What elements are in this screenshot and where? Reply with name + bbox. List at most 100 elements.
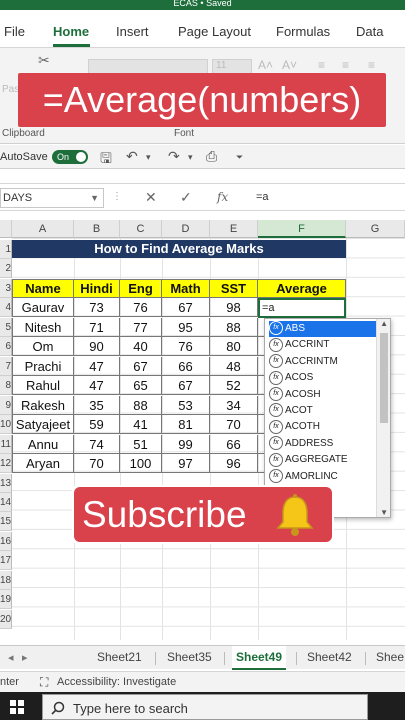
row-header[interactable]: 10	[0, 415, 12, 434]
cell-eng[interactable]: 77	[120, 317, 162, 337]
autocomplete-item[interactable]: fx ACCRINTM	[269, 354, 377, 370]
row-header[interactable]: 14	[0, 493, 12, 512]
cell-name[interactable]: Satyajeet	[12, 415, 74, 434]
accessibility-status[interactable]: Accessibility: Investigate	[57, 676, 176, 688]
cell-hindi[interactable]: 71	[74, 317, 120, 337]
sheet-tab-sheet35[interactable]: Sheet35	[167, 650, 212, 664]
scrollbar-thumb[interactable]	[380, 333, 388, 423]
undo-icon[interactable]: ↶	[126, 148, 138, 165]
tab-home[interactable]: Home	[53, 24, 89, 39]
print-preview-icon[interactable]: ⎙	[206, 148, 217, 165]
cell-hindi[interactable]: 47	[74, 356, 120, 376]
row-header[interactable]: 19	[0, 590, 12, 609]
cell-sst[interactable]: 52	[210, 376, 258, 395]
autocomplete-item[interactable]: fx AMORLINC	[269, 468, 377, 485]
header-cell-name[interactable]: Name	[12, 279, 74, 298]
cell-hindi[interactable]: 47	[74, 376, 120, 395]
sheet-tab-sheet21[interactable]: Sheet21	[97, 650, 142, 664]
cell-math[interactable]: 97	[162, 454, 210, 473]
sheet-nav-next-icon[interactable]: ▸	[22, 651, 28, 664]
cell-name[interactable]: Annu	[12, 434, 74, 454]
row-header[interactable]: 13	[0, 474, 12, 493]
sheet-tab-sheet42[interactable]: Sheet42	[307, 650, 352, 664]
insert-function-icon[interactable]: fx	[217, 190, 228, 204]
autocomplete-item[interactable]: fx AGGREGATE	[269, 452, 377, 468]
row-header[interactable]: 17	[0, 551, 12, 570]
header-cell-average[interactable]: Average	[258, 279, 346, 298]
cell-name[interactable]: Nitesh	[12, 317, 74, 337]
customize-toolbar-icon[interactable]: ⏷	[236, 152, 243, 163]
autocomplete-scrollbar[interactable]: ▲ ▼	[376, 319, 390, 517]
cut-icon[interactable]: ✂	[38, 52, 50, 69]
row-header[interactable]: 18	[0, 571, 12, 590]
autocomplete-item[interactable]: fx ACCRINT	[269, 337, 377, 353]
row-header[interactable]: 7	[0, 357, 12, 376]
active-cell-f4[interactable]: =a	[258, 298, 346, 318]
shrink-font-icon[interactable]: A˅	[282, 58, 297, 72]
tab-file[interactable]: File	[4, 24, 25, 39]
cell-hindi[interactable]: 74	[74, 434, 120, 454]
align-bottom-icon[interactable]: ≡	[368, 58, 375, 72]
accessibility-icon[interactable]: ⛶	[40, 675, 48, 690]
redo-dropdown-icon[interactable]: ▾	[188, 152, 193, 163]
header-cell-math[interactable]: Math	[162, 279, 210, 298]
cell-math[interactable]: 53	[162, 395, 210, 415]
formula-input[interactable]: =a	[256, 191, 269, 203]
undo-dropdown-icon[interactable]: ▾	[146, 152, 151, 163]
align-top-icon[interactable]: ≡	[318, 58, 325, 72]
row-header[interactable]: 12	[0, 454, 12, 473]
cell-sst[interactable]: 96	[210, 454, 258, 473]
cell-hindi[interactable]: 59	[74, 415, 120, 434]
subscribe-banner[interactable]: Subscribe	[74, 487, 332, 542]
sheet-banner-title[interactable]: How to Find Average Marks	[12, 240, 346, 258]
cell-sst[interactable]: 88	[210, 317, 258, 337]
row-header[interactable]: 4	[0, 298, 12, 317]
column-header-d[interactable]: D	[162, 220, 210, 238]
cell-math[interactable]: 67	[162, 298, 210, 317]
cell-eng[interactable]: 88	[120, 395, 162, 415]
header-cell-sst[interactable]: SST	[210, 279, 258, 298]
header-cell-hindi[interactable]: Hindi	[74, 279, 120, 298]
cell-name[interactable]: Aryan	[12, 454, 74, 473]
row-header[interactable]: 15	[0, 512, 12, 531]
scroll-down-icon[interactable]: ▼	[380, 508, 388, 517]
windows-start-icon[interactable]	[10, 700, 24, 714]
cell-math[interactable]: 67	[162, 376, 210, 395]
cell-eng[interactable]: 67	[120, 356, 162, 376]
column-header-c[interactable]: C	[120, 220, 162, 238]
cell-name[interactable]: Gaurav	[12, 298, 74, 317]
tab-page-layout[interactable]: Page Layout	[178, 24, 251, 39]
autocomplete-item[interactable]: fx ACOSH	[269, 386, 377, 403]
cell-eng[interactable]: 51	[120, 434, 162, 454]
sheet-tab-shee[interactable]: Shee	[376, 650, 404, 664]
row-header[interactable]: 6	[0, 337, 12, 356]
cell-sst[interactable]: 98	[210, 298, 258, 317]
taskbar-search-box[interactable]: Type here to search	[42, 694, 368, 720]
cell-math[interactable]: 66	[162, 356, 210, 376]
cell-math[interactable]: 81	[162, 415, 210, 434]
cell-eng[interactable]: 100	[120, 454, 162, 473]
cell-name[interactable]: Om	[12, 337, 74, 356]
autosave-toggle[interactable]: On	[52, 150, 88, 164]
header-cell-eng[interactable]: Eng	[120, 279, 162, 298]
cell-sst[interactable]: 34	[210, 395, 258, 415]
cell-eng[interactable]: 76	[120, 298, 162, 317]
scroll-up-icon[interactable]: ▲	[380, 319, 388, 328]
autocomplete-item[interactable]: fx ACOS	[269, 370, 377, 386]
cell-eng[interactable]: 40	[120, 337, 162, 356]
formula-bar-grip-icon[interactable]: ⋮	[112, 191, 122, 202]
name-box-dropdown-icon[interactable]: ▼	[90, 189, 99, 207]
row-header[interactable]: 20	[0, 610, 12, 629]
cell-hindi[interactable]: 90	[74, 337, 120, 356]
cell-sst[interactable]: 80	[210, 337, 258, 356]
row-header[interactable]: 2	[0, 259, 12, 278]
autocomplete-item[interactable]: fx ADDRESS	[269, 436, 377, 452]
row-header[interactable]: 16	[0, 532, 12, 551]
sheet-tab-sheet49[interactable]: Sheet49	[232, 646, 287, 670]
name-box[interactable]: DAYS ▼	[0, 188, 104, 208]
cell-eng[interactable]: 41	[120, 415, 162, 434]
select-all-corner[interactable]	[0, 220, 12, 238]
grow-font-icon[interactable]: A˄	[258, 58, 273, 72]
sheet-nav-prev-icon[interactable]: ◂	[8, 651, 14, 664]
cancel-formula-icon[interactable]: ✕	[145, 189, 157, 206]
